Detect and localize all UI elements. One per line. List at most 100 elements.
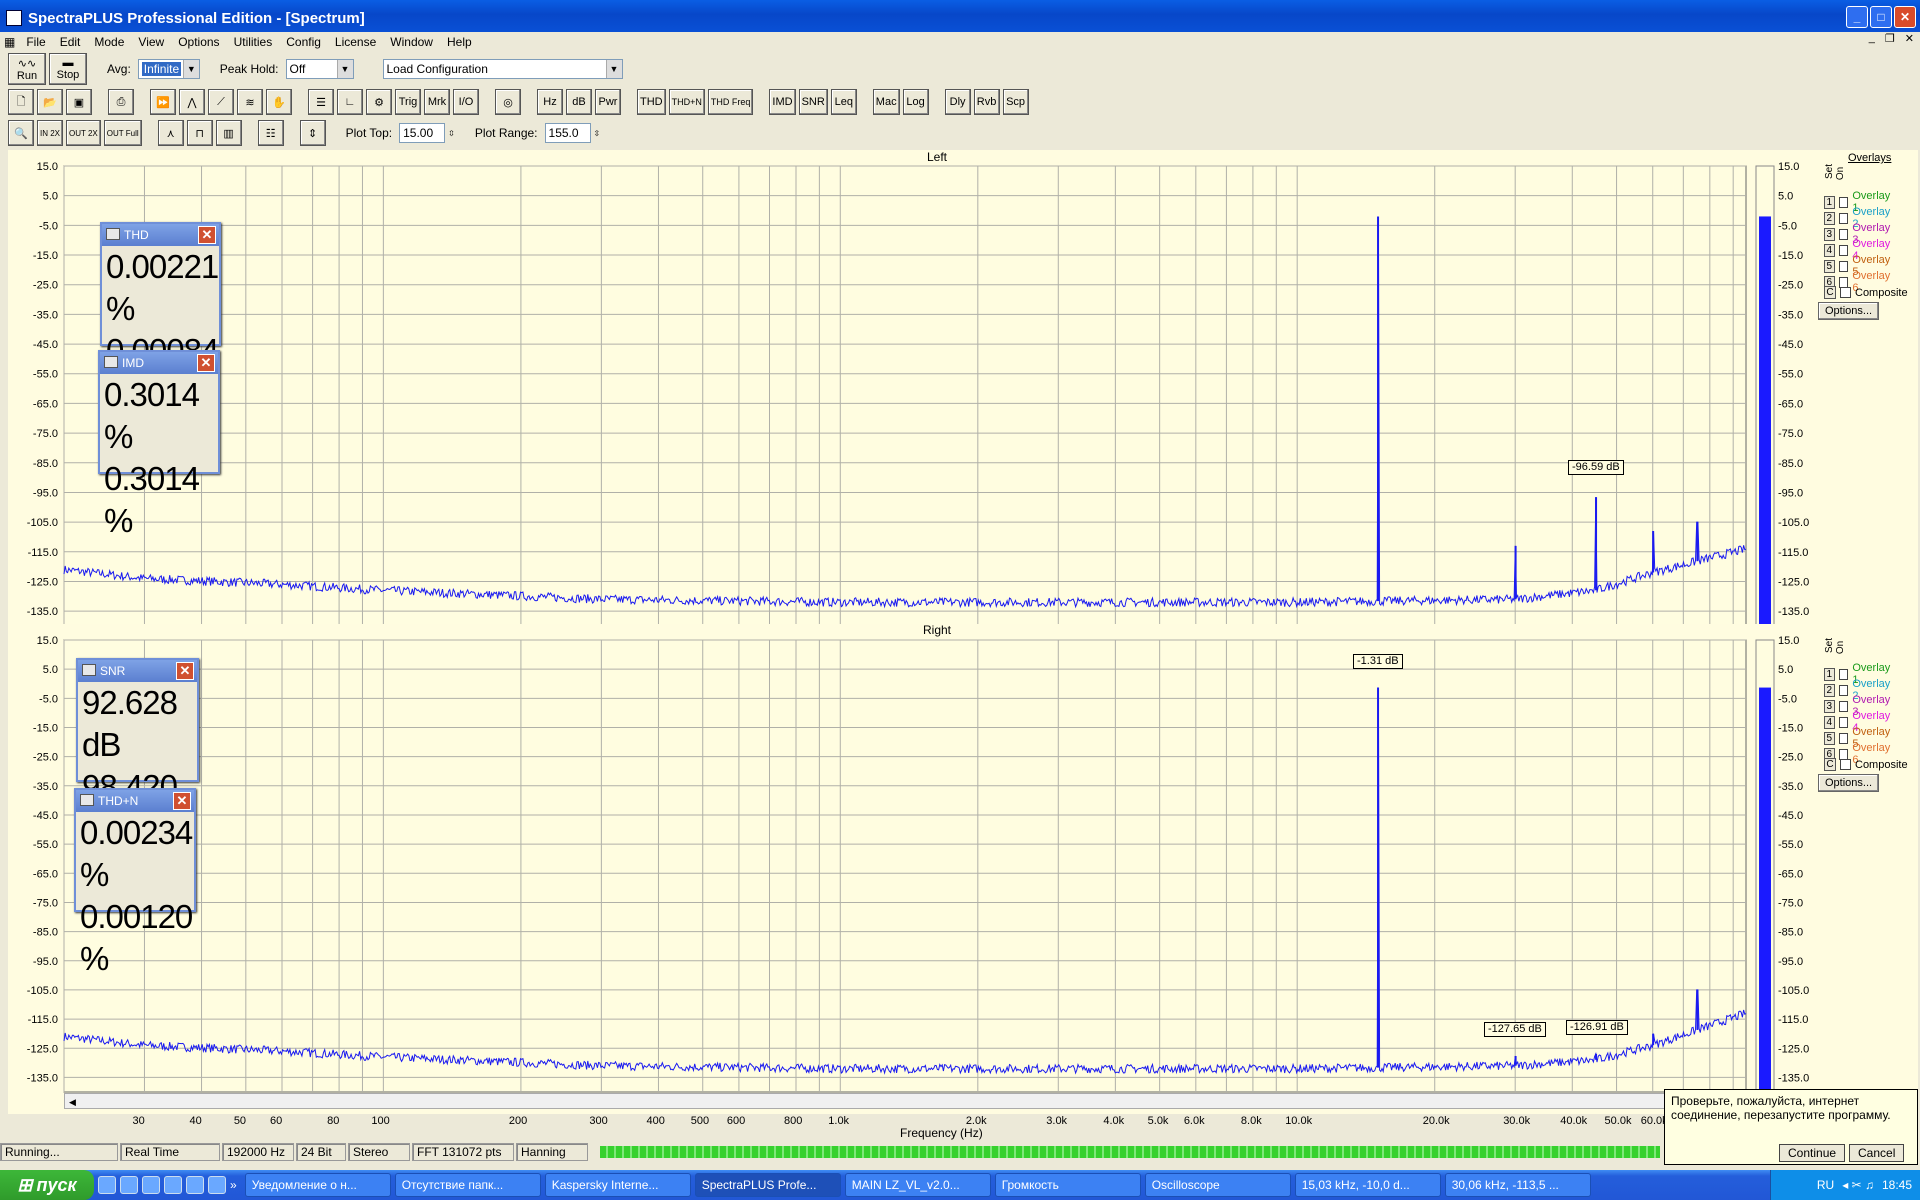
taskbar-item[interactable]: Громкость <box>994 1173 1141 1197</box>
status-channels: Stereo <box>348 1143 410 1161</box>
level-tick-label: -25.0 <box>1778 752 1803 764</box>
taskbar-item[interactable]: Oscilloscope <box>1144 1173 1291 1197</box>
taskbar-item[interactable]: Отсутствие папк... <box>394 1173 541 1197</box>
overlay-checkbox[interactable] <box>1840 759 1851 770</box>
taskbar-item[interactable]: Kaspersky Interne... <box>544 1173 691 1197</box>
x-tick-label: 30 <box>132 1115 145 1127</box>
x-tick-label: 1.0k <box>828 1115 850 1127</box>
x-tick-label: 60 <box>270 1115 283 1127</box>
status-mode: Real Time <box>120 1143 220 1161</box>
on-label: On <box>1835 166 1847 181</box>
x-tick-label: 400 <box>646 1115 665 1127</box>
level-tick-label: -35.0 <box>1778 781 1803 793</box>
start-button[interactable]: ⊞ пуск <box>0 1170 94 1200</box>
continue-button[interactable]: Continue <box>1779 1144 1846 1162</box>
meter-icon <box>104 356 118 368</box>
desktop-icon[interactable] <box>98 1176 116 1194</box>
x-tick-label: 20.0k <box>1422 1115 1450 1127</box>
y-tick-label: -125.0 <box>27 1043 58 1055</box>
x-tick-label: 3.0k <box>1046 1115 1068 1127</box>
peak-marker-label[interactable]: -127.65 dB <box>1484 1022 1546 1037</box>
close-icon[interactable]: ✕ <box>176 662 194 680</box>
x-axis-title: Frequency (Hz) <box>900 1126 983 1140</box>
horizontal-scrollbar[interactable]: ◀ <box>64 1093 1746 1109</box>
language-indicator[interactable]: RU <box>1817 1178 1834 1192</box>
taskbar-item-active[interactable]: SpectraPLUS Profe... <box>694 1173 841 1197</box>
level-tick-label: -135.0 <box>1778 1072 1809 1084</box>
network-icon[interactable] <box>164 1176 182 1194</box>
wave-icon[interactable] <box>120 1176 138 1194</box>
level-tick-label: -75.0 <box>1778 897 1803 909</box>
ie-icon[interactable] <box>208 1176 226 1194</box>
thdn-value-1: 0.00234 % <box>80 814 193 893</box>
y-tick-label: -85.0 <box>33 927 58 939</box>
status-state: Running... <box>0 1143 118 1161</box>
y-tick-label: 15.0 <box>37 635 58 647</box>
thd-meter[interactable]: THD✕ 0.00221 % 0.00084 % <box>100 222 221 411</box>
overlay-options-button[interactable]: Options... <box>1818 774 1880 792</box>
set-label: Set <box>1824 163 1836 180</box>
taskbar-item[interactable]: MAIN LZ_VL_v2.0... <box>844 1173 991 1197</box>
notification-text: Проверьте, пожалуйста, интернет соединен… <box>1671 1094 1891 1122</box>
taskbar-item[interactable]: 30,06 kHz, -113,5 ... <box>1444 1173 1591 1197</box>
overlay-options-button[interactable]: Options... <box>1818 302 1880 320</box>
peak-marker-label[interactable]: -96.59 dB <box>1568 460 1624 475</box>
meter-icon <box>106 228 120 240</box>
x-tick-label: 500 <box>690 1115 710 1127</box>
overlay-label: Composite <box>1855 758 1908 771</box>
close-icon[interactable]: ✕ <box>173 792 191 810</box>
close-icon[interactable]: ✕ <box>197 354 215 372</box>
status-bits: 24 Bit <box>296 1143 346 1161</box>
opera-icon[interactable] <box>186 1176 204 1194</box>
windows-logo-icon: ⊞ <box>17 1174 33 1195</box>
x-tick-label: 800 <box>783 1115 803 1127</box>
overlay-row: C Composite <box>1824 286 1908 299</box>
level-tick-label: -15.0 <box>1778 722 1803 734</box>
tray-icons[interactable]: ◂ ✂ ♫ <box>1842 1178 1874 1192</box>
close-icon[interactable]: ✕ <box>198 226 216 244</box>
set-label: Set <box>1824 637 1836 654</box>
level-meter-bar <box>1759 687 1771 1092</box>
connection-notification: Проверьте, пожалуйста, интернет соединен… <box>1664 1089 1918 1165</box>
level-tick-label: -65.0 <box>1778 868 1803 880</box>
snr-meter[interactable]: SNR✕ 92.628 dB 98.420 dB <box>76 658 199 847</box>
overlay-label: Composite <box>1855 286 1908 299</box>
taskbar-item[interactable]: 15,03 kHz, -10,0 d... <box>1294 1173 1441 1197</box>
x-tick-label: 8.0k <box>1240 1115 1262 1127</box>
x-tick-label: 50 <box>233 1115 247 1127</box>
right-spectrum-chart[interactable]: 15.0 5.0 -5.0 -15.0 -25.0 -35.0 -45.0 -55.0 -65.… <box>0 0 1920 1200</box>
system-tray: RU ◂ ✂ ♫ 18:45 <box>1770 1170 1920 1200</box>
scroll-left-icon[interactable]: ◀ <box>69 1097 76 1107</box>
overlay-set-button[interactable]: C <box>1824 758 1836 771</box>
overlay-checkbox[interactable] <box>1840 287 1851 298</box>
y-tick-label: -115.0 <box>28 1014 58 1026</box>
overlays-title: Overlays <box>1848 152 1892 164</box>
y-tick-label: -25.0 <box>33 752 58 764</box>
on-label: On <box>1835 640 1847 655</box>
taskbar-item[interactable]: Уведомление о н... <box>244 1173 391 1197</box>
level-tick-label: -115.0 <box>1778 1014 1808 1026</box>
level-tick-label: 5.0 <box>1778 664 1793 676</box>
overlay-set-button[interactable]: C <box>1824 286 1836 299</box>
cancel-button[interactable]: Cancel <box>1849 1144 1905 1162</box>
y-tick-label: -5.0 <box>39 693 58 705</box>
meter-icon <box>80 794 94 806</box>
x-tick-label: 600 <box>726 1115 746 1127</box>
thdn-meter[interactable]: THD+N ✕ 0.00234 % 0.00120 % <box>74 788 196 977</box>
expand-icon[interactable]: » <box>230 1178 237 1192</box>
x-tick-label: 100 <box>371 1115 390 1127</box>
y-tick-label: -95.0 <box>33 956 58 968</box>
acquisition-progress-bar <box>600 1146 1660 1158</box>
x-tick-label: 30.0k <box>1503 1115 1531 1127</box>
taskbar: ⊞ пуск » Уведомление о н... Отсутствие па… <box>0 1170 1920 1200</box>
x-tick-label: 5.0k <box>1147 1115 1169 1127</box>
imd-meter[interactable]: IMD ✕ 0.3014 % 0.3014 % <box>98 350 220 539</box>
x-tick-label: 4.0k <box>1103 1115 1125 1127</box>
imd-value-1: 0.3014 % <box>104 376 200 455</box>
peak-marker-label[interactable]: -126.91 dB <box>1566 1020 1628 1035</box>
x-tick-label: 50.0k <box>1604 1115 1632 1127</box>
level-tick-label: -5.0 <box>1778 693 1797 705</box>
peak-marker-label[interactable]: -1.31 dB <box>1353 654 1403 669</box>
y-tick-label: 5.0 <box>43 664 58 676</box>
tool-icon[interactable] <box>142 1176 160 1194</box>
